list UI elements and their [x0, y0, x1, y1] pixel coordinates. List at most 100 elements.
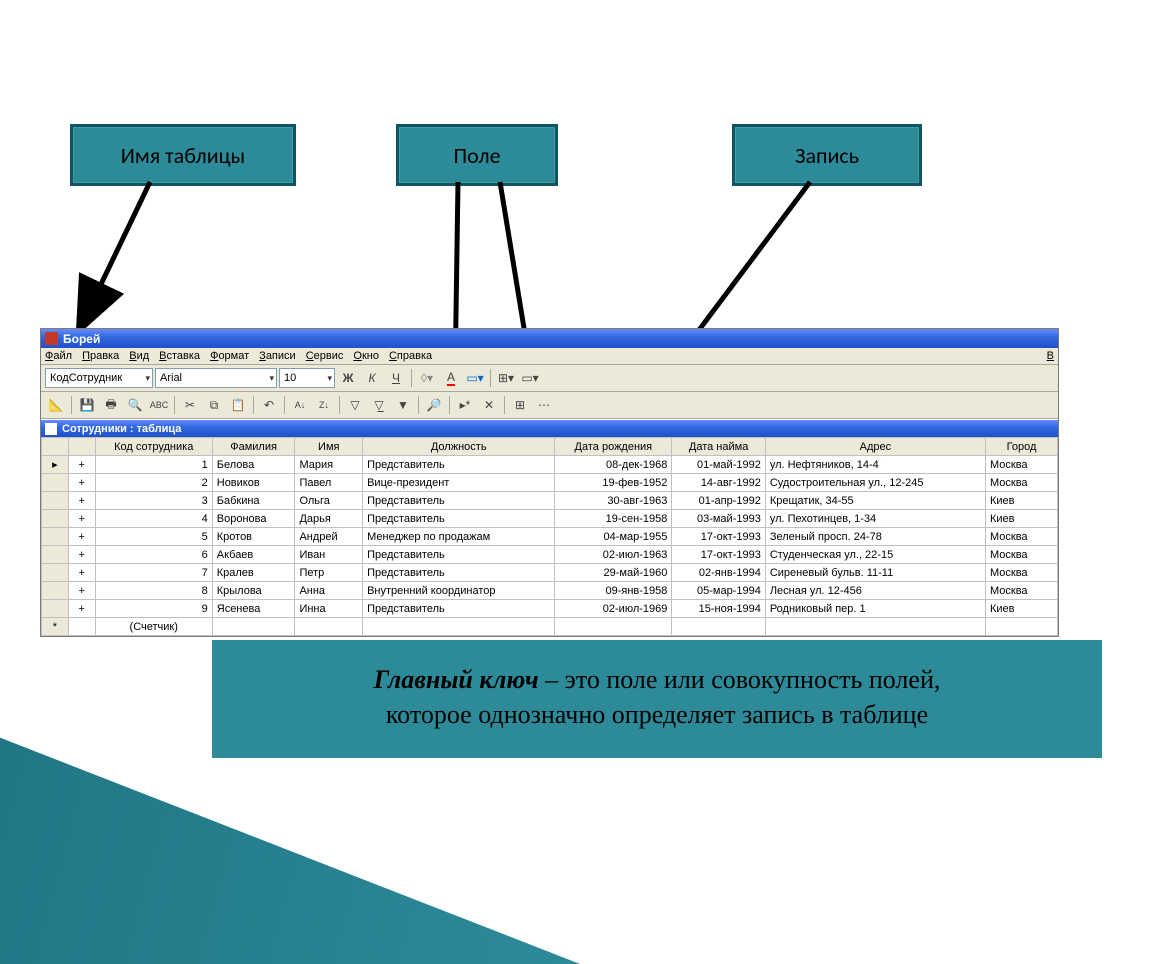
cell-name[interactable]: Мария: [295, 456, 363, 474]
cell-hire[interactable]: 01-апр-1992: [672, 492, 765, 510]
cell-name[interactable]: Павел: [295, 474, 363, 492]
print-button[interactable]: 🖶: [100, 394, 122, 416]
cell-position[interactable]: Представитель: [363, 564, 555, 582]
expand-row[interactable]: +: [68, 492, 95, 510]
table-row[interactable]: ▸+1БеловаМарияПредставитель08-дек-196801…: [42, 456, 1058, 474]
cell-position[interactable]: Внутренний координатор: [363, 582, 555, 600]
cell-birth[interactable]: 09-янв-1958: [555, 582, 672, 600]
new-record-button[interactable]: ▸*: [454, 394, 476, 416]
cell-hire[interactable]: 05-мар-1994: [672, 582, 765, 600]
sort-desc-button[interactable]: Z↓: [313, 394, 335, 416]
cell-hire[interactable]: 17-окт-1993: [672, 528, 765, 546]
cell-address[interactable]: ул. Пехотинцев, 1-34: [765, 510, 985, 528]
print-preview-button[interactable]: 🔍: [124, 394, 146, 416]
cell-name[interactable]: Андрей: [295, 528, 363, 546]
more-button[interactable]: ⋯: [533, 394, 555, 416]
cell-city[interactable]: Москва: [985, 582, 1057, 600]
cell-id[interactable]: 5: [95, 528, 212, 546]
cell-address[interactable]: Студенческая ул., 22-15: [765, 546, 985, 564]
cell-address[interactable]: Родниковый пер. 1: [765, 600, 985, 618]
menu-extra[interactable]: В: [1047, 350, 1054, 362]
table-row[interactable]: +4ВороноваДарьяПредставитель19-сен-19580…: [42, 510, 1058, 528]
cell-birth[interactable]: 04-мар-1955: [555, 528, 672, 546]
cell-surname[interactable]: Белова: [212, 456, 295, 474]
cell-address[interactable]: Зеленый просп. 24-78: [765, 528, 985, 546]
expand-row[interactable]: +: [68, 600, 95, 618]
cell-address[interactable]: Судостроительная ул., 12-245: [765, 474, 985, 492]
expand-row[interactable]: +: [68, 510, 95, 528]
font-size-selector[interactable]: 10: [279, 368, 335, 388]
table-row[interactable]: +5КротовАндрейМенеджер по продажам04-мар…: [42, 528, 1058, 546]
field-selector[interactable]: КодСотрудник: [45, 368, 153, 388]
row-selector[interactable]: [42, 528, 69, 546]
table-row[interactable]: +7КралевПетрПредставитель29-май-196002-я…: [42, 564, 1058, 582]
expand-row[interactable]: +: [68, 474, 95, 492]
cell-id[interactable]: (Счетчик): [95, 618, 212, 636]
menu-help[interactable]: Справка: [389, 350, 432, 362]
expand-row[interactable]: +: [68, 456, 95, 474]
table-window-titlebar[interactable]: Сотрудники : таблица: [41, 419, 1058, 437]
cell-birth[interactable]: 19-сен-1958: [555, 510, 672, 528]
cell-city[interactable]: Киев: [985, 510, 1057, 528]
col-header-hiredate[interactable]: Дата найма: [672, 438, 765, 456]
cell-id[interactable]: 1: [95, 456, 212, 474]
expand-row[interactable]: +: [68, 582, 95, 600]
cell-position[interactable]: Менеджер по продажам: [363, 528, 555, 546]
cell-surname[interactable]: Крылова: [212, 582, 295, 600]
cell-position[interactable]: Представитель: [363, 600, 555, 618]
cell-city[interactable]: Киев: [985, 492, 1057, 510]
cell-id[interactable]: 6: [95, 546, 212, 564]
db-window-button[interactable]: ⊞: [509, 394, 531, 416]
cell-address[interactable]: ул. Нефтяников, 14-4: [765, 456, 985, 474]
find-button[interactable]: 🔎: [423, 394, 445, 416]
cell-hire[interactable]: 14-авг-1992: [672, 474, 765, 492]
cell-surname[interactable]: Воронова: [212, 510, 295, 528]
menu-records[interactable]: Записи: [259, 350, 296, 362]
cell-birth[interactable]: 19-фев-1952: [555, 474, 672, 492]
cell-position[interactable]: Представитель: [363, 456, 555, 474]
col-header-address[interactable]: Адрес: [765, 438, 985, 456]
sort-asc-button[interactable]: A↓: [289, 394, 311, 416]
menu-bar[interactable]: Файл Правка Вид Вставка Формат Записи Се…: [41, 348, 1058, 365]
menu-file[interactable]: Файл: [45, 350, 72, 362]
cell-city[interactable]: Москва: [985, 546, 1057, 564]
design-view-button[interactable]: 📐: [45, 394, 67, 416]
window-titlebar[interactable]: Борей: [41, 329, 1058, 348]
toggle-filter-button[interactable]: ▼: [392, 394, 414, 416]
row-selector[interactable]: [42, 564, 69, 582]
cell-hire[interactable]: 03-май-1993: [672, 510, 765, 528]
cell-address[interactable]: Лесная ул. 12-456: [765, 582, 985, 600]
row-selector[interactable]: [42, 600, 69, 618]
cell-id[interactable]: 2: [95, 474, 212, 492]
row-selector[interactable]: [42, 510, 69, 528]
cell-birth[interactable]: 02-июл-1963: [555, 546, 672, 564]
menu-service[interactable]: Сервис: [306, 350, 344, 362]
col-header-id[interactable]: Код сотрудника: [95, 438, 212, 456]
fillcolor-button[interactable]: ◊▾: [416, 367, 438, 389]
cell-surname[interactable]: Новиков: [212, 474, 295, 492]
cell-hire[interactable]: 02-янв-1994: [672, 564, 765, 582]
cell-id[interactable]: 8: [95, 582, 212, 600]
expand-row[interactable]: [68, 618, 95, 636]
cell-position[interactable]: Представитель: [363, 510, 555, 528]
paste-button[interactable]: 📋: [227, 394, 249, 416]
table-row[interactable]: +3БабкинаОльгаПредставитель30-авг-196301…: [42, 492, 1058, 510]
spelling-button[interactable]: ABC: [148, 394, 170, 416]
cell-city[interactable]: Киев: [985, 600, 1057, 618]
cell-city[interactable]: Москва: [985, 456, 1057, 474]
cell-birth[interactable]: 29-май-1960: [555, 564, 672, 582]
new-row[interactable]: *(Счетчик): [42, 618, 1058, 636]
cell-city[interactable]: Москва: [985, 564, 1057, 582]
linecolor-button[interactable]: ▭▾: [464, 367, 486, 389]
menu-format[interactable]: Формат: [210, 350, 249, 362]
expand-row[interactable]: +: [68, 564, 95, 582]
copy-button[interactable]: ⧉: [203, 394, 225, 416]
cell-id[interactable]: 9: [95, 600, 212, 618]
cell-address[interactable]: Крещатик, 34-55: [765, 492, 985, 510]
delete-record-button[interactable]: ✕: [478, 394, 500, 416]
expand-row[interactable]: +: [68, 528, 95, 546]
cell-hire[interactable]: 15-ноя-1994: [672, 600, 765, 618]
cell-name[interactable]: Дарья: [295, 510, 363, 528]
cell-name[interactable]: Ольга: [295, 492, 363, 510]
border-button[interactable]: ▭▾: [519, 367, 541, 389]
